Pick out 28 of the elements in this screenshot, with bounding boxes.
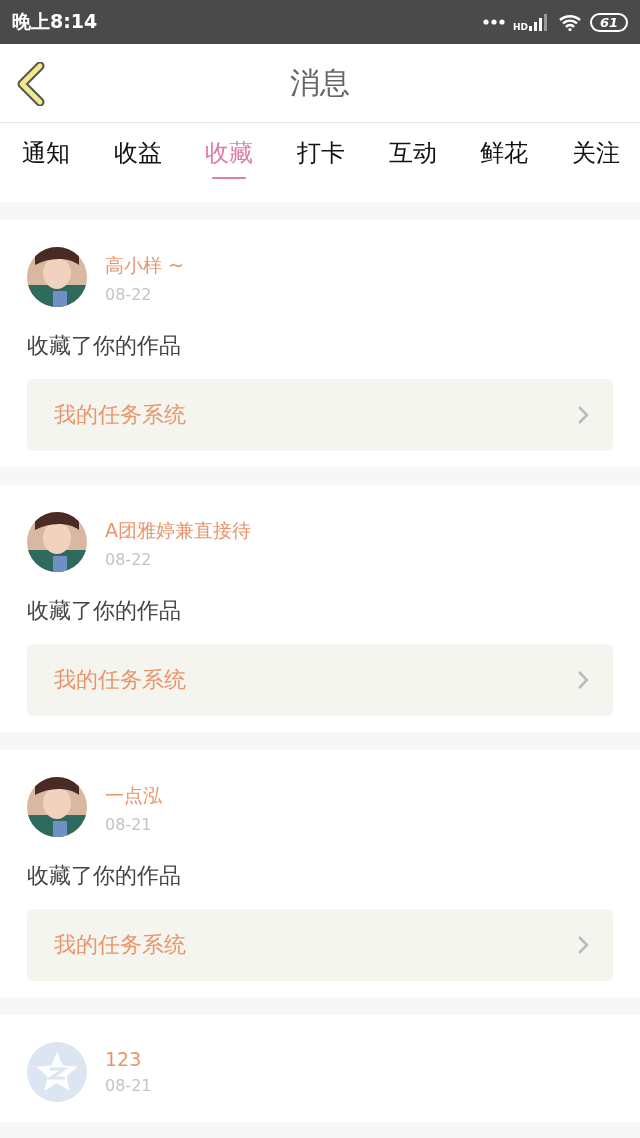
battery-level: 61 [589,12,628,32]
user-name: 一点泓 [105,783,162,808]
status-time: 晚上8:14 [12,9,98,34]
message-date: 08-22 [105,550,153,569]
chevron-right-icon [577,670,589,690]
tab[interactable]: 互动 [382,123,443,179]
message-text: 收藏了你的作品 [27,862,182,890]
message-text: 收藏了你的作品 [27,332,182,360]
chevron-right-icon [577,935,589,955]
default-avatar-icon [27,1042,87,1102]
tab[interactable]: 鲜花 [474,123,535,179]
wifi-icon [557,13,582,31]
chevron-right-icon [577,405,589,425]
page-title: 消息 [290,63,350,102]
user-name: 123 [105,1048,143,1070]
network-label: HD [512,21,528,32]
dots-icon [482,19,505,25]
tab[interactable]: 打卡 [290,123,351,179]
tab[interactable]: 收益 [107,123,168,179]
user-name: A团雅婷兼直接待 [105,518,251,543]
signal-icon [527,13,550,31]
user-name: 高小样 ~ [105,253,184,278]
message-date: 08-21 [105,1076,152,1095]
message-text: 收藏了你的作品 [27,597,182,625]
tab[interactable]: 关注 [565,123,626,179]
message-date: 08-21 [105,815,153,834]
message-date: 08-22 [105,285,153,304]
tab[interactable]: 通知 [16,123,76,179]
